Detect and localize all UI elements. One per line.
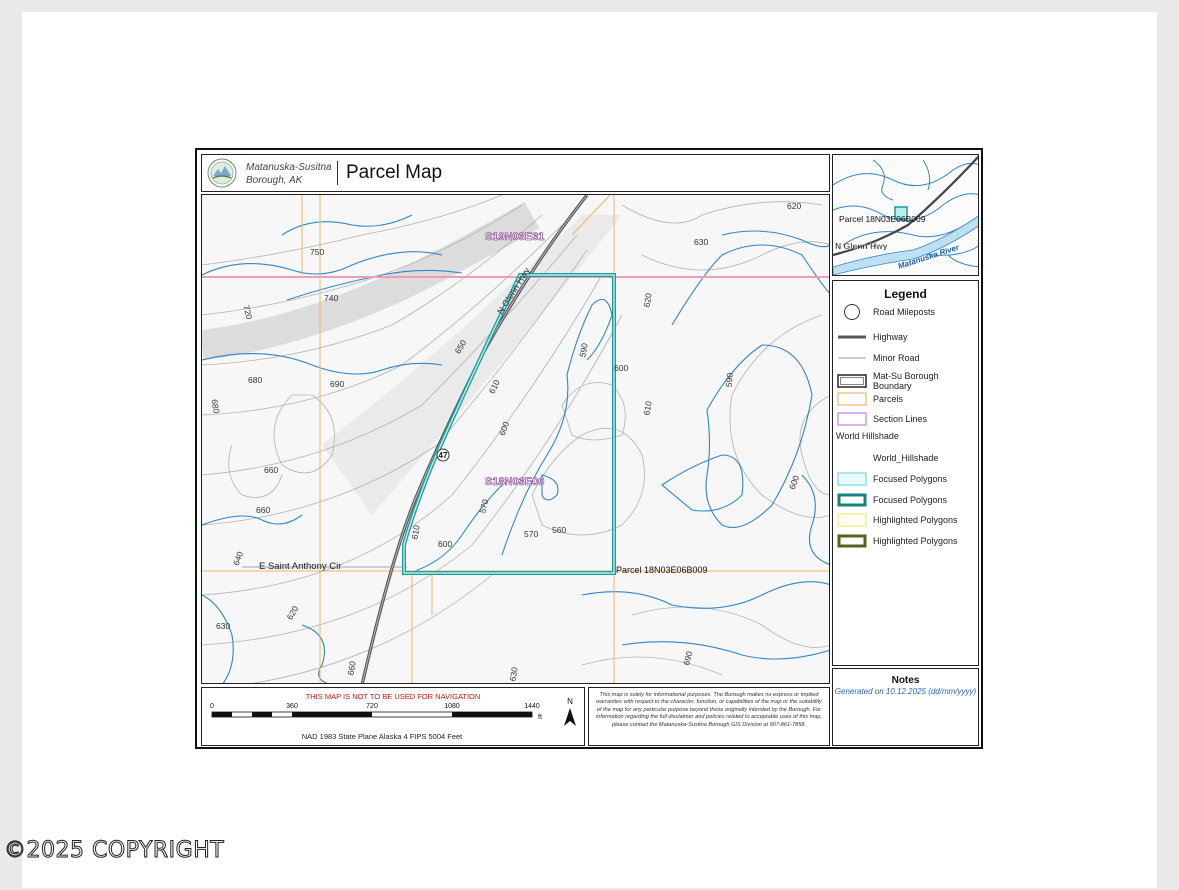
legend-label: Focused Polygons <box>873 474 948 484</box>
svg-text:750: 750 <box>310 247 324 257</box>
map-canvas[interactable]: 47 S19N03E31 S18N03E06 E Saint Anthony C… <box>202 195 830 684</box>
svg-text:630: 630 <box>694 237 708 247</box>
scale-tick-0: 0 <box>210 703 214 710</box>
legend-item-borough-boundary: Mat-Su Borough Boundary <box>837 371 978 391</box>
legend-item-highway: Highway <box>837 330 908 344</box>
legend-item-road-mileposts: Road Mileposts <box>837 304 936 320</box>
legend-label: Section Lines <box>873 414 928 424</box>
legend-item-focused-polygons-light: Focused Polygons <box>837 472 947 486</box>
scale-tick-1: 360 <box>286 703 298 710</box>
legend-label: Highlighted Polygons <box>873 515 958 525</box>
svg-text:680: 680 <box>248 375 262 385</box>
legend-label: Highlighted Polygons <box>873 536 958 546</box>
inset-map[interactable]: Parcel 18N03E06B009 N Glenn Hwy Matanusk… <box>832 154 979 276</box>
legend-label: Road Mileposts <box>873 307 936 317</box>
legend-item-minor-road: Minor Road <box>837 351 920 365</box>
org-line-2: Borough, AK <box>246 175 303 186</box>
milepost-label: 47 <box>439 451 448 460</box>
svg-text:690: 690 <box>330 379 344 389</box>
inset-canvas: Parcel 18N03E06B009 N Glenn Hwy Matanusk… <box>833 155 978 275</box>
road-name-label: E Saint Anthony Cir <box>259 561 341 572</box>
disclaimer-text: This map is solely for informational pur… <box>595 692 823 728</box>
legend-label: World Hillshade <box>836 431 899 441</box>
legend-group-world-hillshade: World Hillshade <box>836 431 899 441</box>
disclaimer-panel: This map is solely for informational pur… <box>588 687 830 746</box>
north-arrow-icon <box>564 708 576 726</box>
milepost-circle-icon <box>837 304 867 320</box>
legend-item-highlighted-polygons-dark: Highlighted Polygons <box>837 534 958 548</box>
highway-line-icon <box>837 330 867 344</box>
highlighted-dark-box-icon <box>837 534 867 548</box>
svg-text:630: 630 <box>216 621 230 631</box>
svg-text:600: 600 <box>614 363 628 373</box>
legend-item-world-hillshade: World_Hillshade <box>837 451 938 465</box>
legend-panel: Legend Road Mileposts Highway Minor Road… <box>832 280 979 666</box>
legend-label: Highway <box>873 332 908 342</box>
focused-light-box-icon <box>837 472 867 486</box>
highlighted-light-box-icon <box>837 513 867 527</box>
copyright-watermark: ©2025 COPYRIGHT <box>3 838 225 864</box>
parcel-label: Parcel 18N03E06B009 <box>616 565 708 575</box>
notes-text: Generated on 10.12.2025 (dd/mm/yyyy) <box>834 687 977 696</box>
focused-dark-box-icon <box>837 493 867 507</box>
main-map[interactable]: 47 S19N03E31 S18N03E06 E Saint Anthony C… <box>201 194 830 684</box>
organization-name: Matanuska-Susitna Borough, AK <box>246 161 332 187</box>
legend-title: Legend <box>884 287 927 301</box>
hillshade-empty-icon <box>837 451 867 465</box>
legend-item-highlighted-polygons-light: Highlighted Polygons <box>837 513 958 527</box>
notes-title: Notes <box>891 675 920 686</box>
section-box-icon <box>837 412 867 426</box>
svg-text:620: 620 <box>787 201 801 211</box>
legend-label: Mat-Su Borough Boundary <box>873 371 939 391</box>
section-label-parcel: S18N03E06 <box>485 476 544 488</box>
north-label: N <box>567 697 573 706</box>
boundary-box-icon <box>837 374 867 388</box>
svg-text:590: 590 <box>724 372 735 387</box>
notes-panel: Notes Generated on 10.12.2025 (dd/mm/yyy… <box>832 668 979 746</box>
scale-tick-4: 1440 <box>524 703 540 710</box>
parcel-box-icon <box>837 392 867 406</box>
svg-text:740: 740 <box>324 293 338 303</box>
legend-label: Focused Polygons <box>873 495 948 505</box>
scale-tick-3: 1080 <box>444 703 460 710</box>
scale-panel: THIS MAP IS NOT TO BE USED FOR NAVIGATIO… <box>201 687 585 746</box>
legend-label: World_Hillshade <box>873 453 939 463</box>
legend-item-section-lines: Section Lines <box>837 412 927 426</box>
projection-text: NAD 1983 State Plane Alaska 4 FIPS 5004 … <box>301 732 463 741</box>
svg-text:660: 660 <box>256 505 270 515</box>
legend-label: Parcels <box>873 394 904 404</box>
svg-text:560: 560 <box>552 525 566 535</box>
inset-parcel-label: Parcel 18N03E06B009 <box>839 214 926 224</box>
inset-highway-label: N Glenn Hwy <box>835 241 888 251</box>
legend-label: Minor Road <box>873 353 920 363</box>
scale-unit: ft <box>538 714 542 721</box>
legend-item-parcels: Parcels <box>837 392 903 406</box>
svg-text:660: 660 <box>264 465 278 475</box>
legend-item-focused-polygons-dark: Focused Polygons <box>837 493 947 507</box>
section-label-north: S19N03E31 <box>485 231 544 243</box>
map-title: Parcel Map <box>346 162 443 183</box>
title-divider <box>337 161 338 185</box>
minor-road-line-icon <box>837 351 867 365</box>
borough-seal-icon <box>207 158 237 188</box>
svg-text:600: 600 <box>438 539 452 549</box>
org-line-1: Matanuska-Susitna <box>246 162 332 173</box>
svg-text:570: 570 <box>524 529 538 539</box>
map-sheet: Matanuska-Susitna Borough, AK Parcel Map <box>195 148 983 749</box>
title-block: Matanuska-Susitna Borough, AK Parcel Map <box>201 154 830 192</box>
scale-tick-2: 720 <box>366 703 378 710</box>
